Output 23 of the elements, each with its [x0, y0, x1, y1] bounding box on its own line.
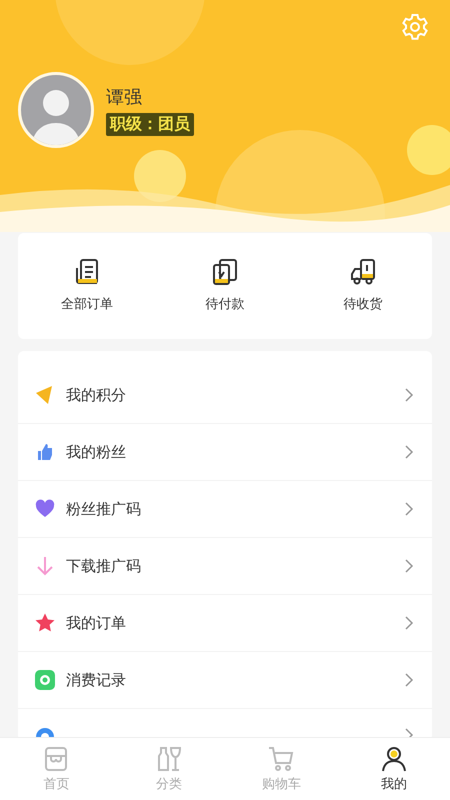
truck-icon	[348, 257, 378, 287]
menu-item[interactable]: 消费记录	[18, 652, 432, 709]
chevron-right-icon	[404, 387, 414, 403]
settings-icon[interactable]	[400, 12, 430, 42]
menu-item[interactable]: 我的订单	[18, 595, 432, 652]
level-badge: 职级：团员	[106, 112, 194, 136]
cart-icon	[267, 745, 296, 773]
chevron-right-icon	[404, 558, 414, 574]
wallet-card-icon	[210, 257, 240, 287]
chevron-right-icon	[404, 615, 414, 631]
user-name: 谭强	[106, 86, 142, 108]
menu-item[interactable]: 粉丝推广码	[18, 481, 432, 538]
menu-item[interactable]: 我的粉丝	[18, 424, 432, 481]
menu-item[interactable]: 我的积分	[18, 367, 432, 424]
chevron-right-icon	[404, 672, 414, 688]
order-shortcut[interactable]: 待付款	[175, 257, 275, 313]
chevron-right-icon	[404, 501, 414, 517]
tab-item[interactable]: 我的	[338, 738, 450, 800]
chevron-right-icon	[404, 444, 414, 460]
order-shortcut[interactable]: 待收货	[313, 257, 413, 313]
order-shortcut[interactable]: 全部订单	[37, 257, 137, 313]
menu-item[interactable]: 下载推广码	[18, 538, 432, 595]
person-icon	[380, 745, 408, 773]
